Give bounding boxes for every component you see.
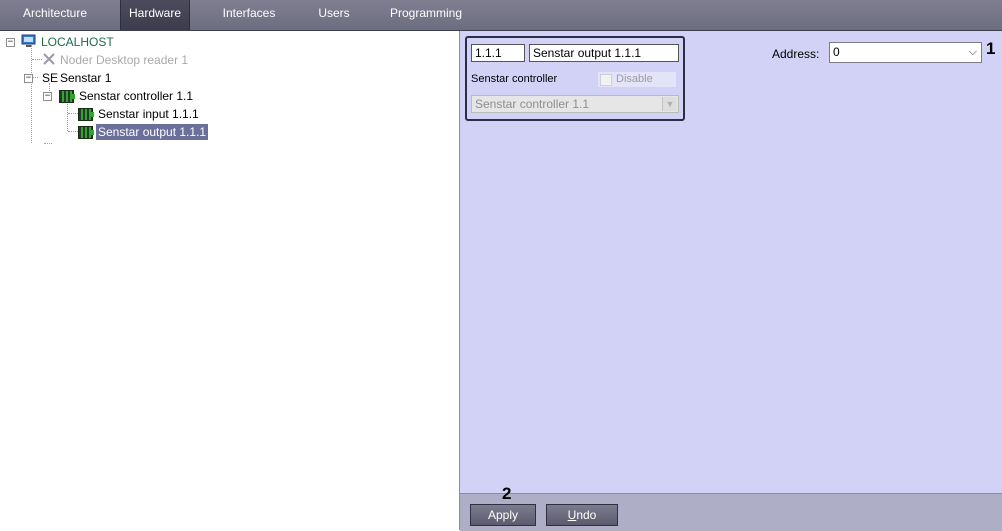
disable-checkbox[interactable]: [600, 74, 612, 86]
tree-line: [44, 143, 52, 144]
undo-button[interactable]: Undo: [546, 504, 618, 526]
chevron-down-icon[interactable]: ⌵: [969, 43, 977, 62]
collapse-icon[interactable]: −: [24, 74, 33, 83]
bottom-action-bar: 2 Apply Undo: [460, 484, 1002, 531]
object-name-field[interactable]: Senstar output 1.1.1: [529, 44, 679, 62]
collapse-icon[interactable]: −: [6, 38, 15, 47]
chevron-down-icon[interactable]: ▼: [662, 97, 677, 111]
tree-line: [32, 59, 42, 60]
tab-architecture[interactable]: Architecture: [14, 0, 96, 30]
hardware-tree: − LOCALHOST Noder Desktop reader 1 − SE …: [0, 31, 459, 530]
disable-label: Disable: [616, 73, 653, 85]
tree-line: [67, 101, 68, 131]
tree-line: [68, 131, 78, 132]
tree-item-reader[interactable]: Noder Desktop reader 1: [60, 52, 188, 68]
tree-item-input[interactable]: Senstar input 1.1.1: [98, 106, 199, 122]
undo-label: ndo: [576, 508, 597, 522]
tab-programming[interactable]: Programming: [386, 0, 466, 30]
computer-icon: [21, 34, 36, 47]
tree-item-controller[interactable]: Senstar controller 1.1: [79, 88, 193, 104]
object-type-label: Senstar controller: [471, 73, 558, 85]
main-tab-bar: Architecture Hardware Interfaces Users P…: [0, 0, 1002, 31]
parent-controller-value: Senstar controller 1.1: [475, 97, 590, 111]
senstar-prefix-icon: SE: [42, 71, 59, 85]
apply-button[interactable]: Apply: [470, 504, 536, 526]
disabled-x-icon: [43, 53, 55, 65]
tab-interfaces[interactable]: Interfaces: [214, 0, 284, 30]
output-icon: [78, 126, 94, 139]
tree-item-localhost[interactable]: LOCALHOST: [41, 34, 114, 50]
address-label: Address:: [772, 47, 820, 61]
object-properties-group: 1.1.1 Senstar output 1.1.1 Senstar contr…: [465, 36, 685, 121]
tree-item-output[interactable]: Senstar output 1.1.1: [96, 124, 209, 140]
address-value: 0: [833, 45, 840, 59]
undo-mnemonic: U: [567, 508, 577, 522]
settings-panel: 1.1.1 Senstar output 1.1.1 Senstar contr…: [460, 31, 1002, 493]
input-icon: [78, 108, 94, 121]
tree-line: [68, 113, 78, 114]
parent-controller-select[interactable]: Senstar controller 1.1 ▼: [471, 95, 679, 113]
tab-hardware[interactable]: Hardware: [120, 0, 190, 30]
callout-2: 2: [502, 484, 512, 503]
collapse-icon[interactable]: −: [43, 92, 52, 101]
disable-checkbox-area[interactable]: Disable: [598, 72, 676, 87]
address-select[interactable]: 0 ⌵: [829, 42, 982, 63]
controller-icon: [59, 90, 75, 103]
object-id-field[interactable]: 1.1.1: [471, 44, 525, 62]
tab-users[interactable]: Users: [308, 0, 360, 30]
tree-item-senstar[interactable]: Senstar 1: [60, 70, 111, 86]
callout-1: 1: [986, 39, 996, 58]
